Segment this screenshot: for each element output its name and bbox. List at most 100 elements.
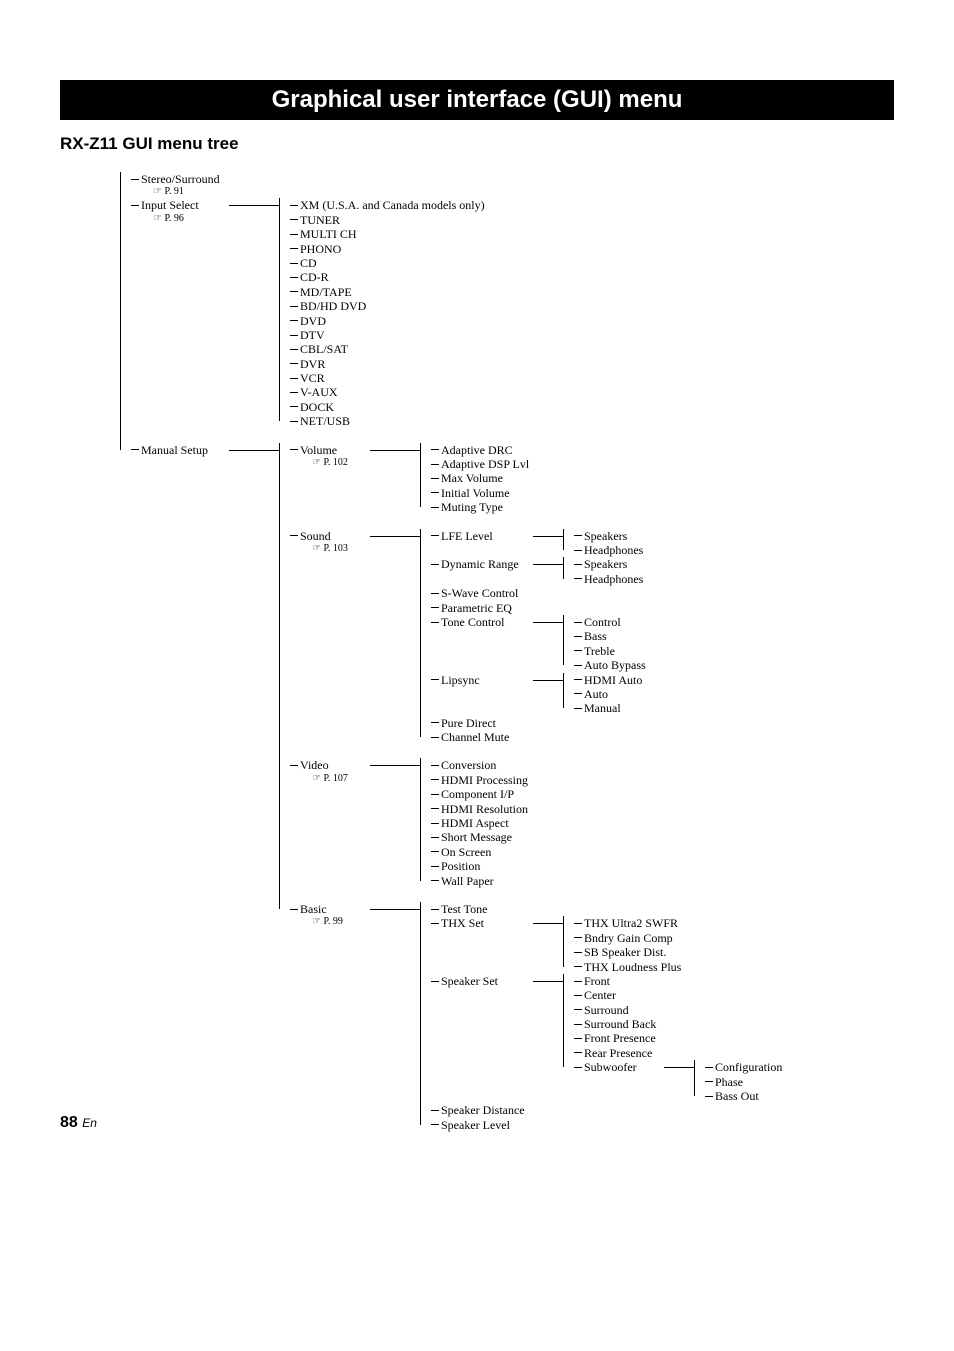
node-label: Dynamic Range	[441, 557, 533, 571]
speaker-item: Surround	[574, 1003, 782, 1017]
dr-item: Headphones	[574, 572, 643, 586]
input-item: V-AUX	[290, 385, 485, 399]
tree-node-video: Video ☞ P. 107	[290, 758, 782, 888]
input-item: XM (U.S.A. and Canada models only)	[290, 198, 485, 212]
item-label: THX Loudness Plus	[584, 960, 681, 974]
tree-node-dynamic-range: Dynamic Range Speakers Headphones	[431, 557, 646, 586]
item-label: MD/TAPE	[300, 285, 352, 299]
video-item: Position	[431, 859, 528, 873]
item-label: XM (U.S.A. and Canada models only)	[300, 198, 485, 212]
node-label: Lipsync	[441, 673, 533, 687]
item-label: NET/USB	[300, 414, 350, 428]
item-label: DVR	[300, 357, 325, 371]
page-ref: ☞ P. 103	[300, 543, 370, 555]
tree-node-manual-setup: Manual Setup Volume ☞	[131, 443, 894, 1133]
sub-item: Phase	[705, 1075, 782, 1089]
item-label: Bass	[584, 629, 607, 643]
item-label: Wall Paper	[441, 874, 494, 888]
item-label: CBL/SAT	[300, 342, 348, 356]
node-label: Sound	[300, 529, 331, 543]
input-item: DOCK	[290, 400, 485, 414]
item-label: Muting Type	[441, 500, 503, 514]
item-label: Manual	[584, 701, 621, 715]
input-item: BD/HD DVD	[290, 299, 485, 313]
volume-item: Muting Type	[431, 500, 529, 514]
page-ref-text: P. 103	[323, 543, 347, 554]
page-lang: En	[82, 1116, 97, 1130]
item-label: Initial Volume	[441, 486, 510, 500]
item-label: Conversion	[441, 758, 496, 772]
page-ref-text: P. 102	[323, 457, 347, 468]
item-label: HDMI Aspect	[441, 816, 509, 830]
item-label: V-AUX	[300, 385, 338, 399]
pointer-icon: ☞	[312, 916, 321, 927]
volume-item: Max Volume	[431, 471, 529, 485]
item-label: Speaker Distance	[441, 1103, 525, 1117]
lfe-item: Headphones	[574, 543, 643, 557]
item-label: Auto	[584, 687, 608, 701]
lipsync-item: Manual	[574, 701, 642, 715]
tc-item: Auto Bypass	[574, 658, 646, 672]
tc-item: Bass	[574, 629, 646, 643]
video-item: Wall Paper	[431, 874, 528, 888]
item-label: CD-R	[300, 270, 329, 284]
item-label: HDMI Processing	[441, 773, 528, 787]
node-label: Input Select	[141, 198, 199, 212]
video-item: HDMI Resolution	[431, 802, 528, 816]
sound-item: Pure Direct	[431, 716, 646, 730]
tree-node-thx-set: THX Set THX Ultra2 SWFR Bndry Gain Comp	[431, 916, 782, 974]
input-item: VCR	[290, 371, 485, 385]
speaker-item: Surround Back	[574, 1017, 782, 1031]
page-number-value: 88	[60, 1114, 78, 1131]
thx-item: Bndry Gain Comp	[574, 931, 681, 945]
input-item: CD	[290, 256, 485, 270]
tree-node-speaker-set: Speaker Set Front Center Su	[431, 974, 782, 1104]
item-label: Front	[584, 974, 610, 988]
pointer-icon: ☞	[312, 543, 321, 554]
item-label: Speaker Level	[441, 1118, 510, 1132]
item-label: Position	[441, 859, 480, 873]
lipsync-item: HDMI Auto	[574, 673, 642, 687]
item-label: Phase	[715, 1075, 743, 1089]
item-label: Bass Out	[715, 1089, 759, 1103]
video-item: HDMI Aspect	[431, 816, 528, 830]
node-label: Basic	[300, 902, 327, 916]
item-label: Parametric EQ	[441, 601, 512, 615]
speaker-item: Center	[574, 988, 782, 1002]
input-item: TUNER	[290, 213, 485, 227]
item-label: Max Volume	[441, 471, 503, 485]
item-label: MULTI CH	[300, 227, 357, 241]
page-ref: ☞ P. 99	[300, 916, 370, 928]
page-ref-text: P. 96	[164, 213, 183, 224]
document-page: Graphical user interface (GUI) menu RX-Z…	[0, 0, 954, 1172]
tree-node-sound: Sound ☞ P. 103	[290, 529, 782, 745]
sound-item: Channel Mute	[431, 730, 646, 744]
item-label: Surround Back	[584, 1017, 656, 1031]
item-label: Test Tone	[441, 902, 487, 916]
item-label: Front Presence	[584, 1031, 656, 1045]
node-label: LFE Level	[441, 529, 533, 543]
item-label: DOCK	[300, 400, 334, 414]
item-label: Configuration	[715, 1060, 782, 1074]
video-item: Component I/P	[431, 787, 528, 801]
item-label: Speakers	[584, 529, 627, 543]
sound-item: S-Wave Control	[431, 586, 646, 600]
item-label: Component I/P	[441, 787, 514, 801]
sub-item: Configuration	[705, 1060, 782, 1074]
item-label: DTV	[300, 328, 325, 342]
item-label: Surround	[584, 1003, 629, 1017]
item-label: Auto Bypass	[584, 658, 646, 672]
video-item: HDMI Processing	[431, 773, 528, 787]
item-label: Control	[584, 615, 621, 629]
video-item: Short Message	[431, 830, 528, 844]
tc-item: Control	[574, 615, 646, 629]
item-label: HDMI Auto	[584, 673, 642, 687]
item-label: Headphones	[584, 543, 643, 557]
volume-item: Adaptive DRC	[431, 443, 529, 457]
item-label: Adaptive DSP Lvl	[441, 457, 529, 471]
tree-node-tone-control: Tone Control Control Bass T	[431, 615, 646, 673]
node-label: Volume	[300, 443, 337, 457]
input-item: CBL/SAT	[290, 342, 485, 356]
input-item: DVD	[290, 314, 485, 328]
item-label: PHONO	[300, 242, 341, 256]
